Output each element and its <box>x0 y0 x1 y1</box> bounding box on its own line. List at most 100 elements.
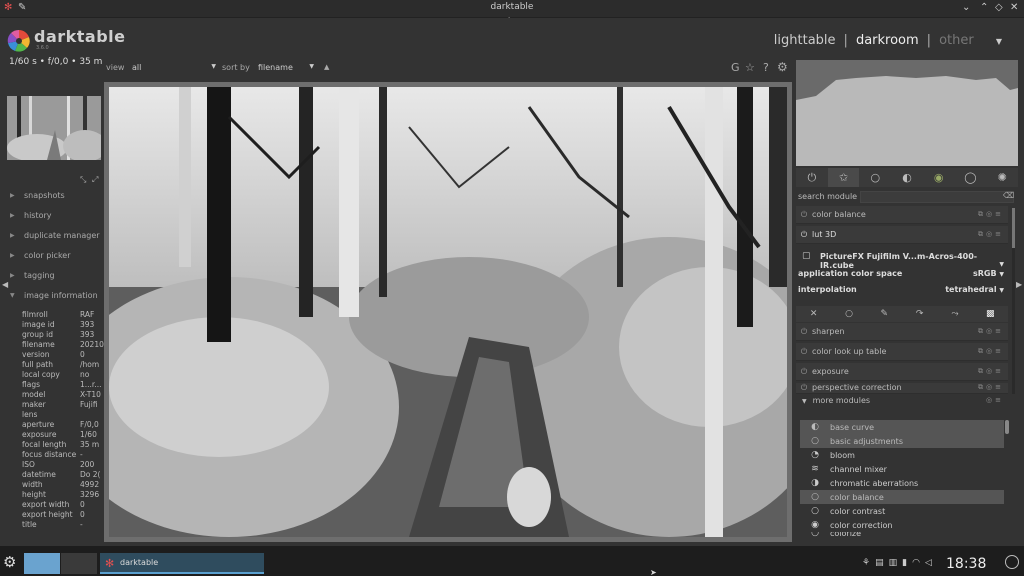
search-module-input[interactable] <box>860 191 1014 203</box>
module-color-picker[interactable]: ▶ color picker <box>10 246 104 264</box>
effect-icon[interactable]: ✺ <box>986 168 1018 187</box>
histogram[interactable] <box>796 60 1018 166</box>
more-module-item[interactable]: ◉ color correction <box>800 518 1004 532</box>
module-image-information[interactable]: ▼ image information <box>10 286 104 304</box>
navigation-thumbnail[interactable] <box>7 96 101 160</box>
view-darkroom[interactable]: darkroom <box>856 33 919 48</box>
zoom-fit-icon[interactable]: ⤡ <box>80 175 86 185</box>
module-sharpen[interactable]: ⏻ sharpen ⧉◎≡ <box>796 323 1008 341</box>
clipboard-icon[interactable]: ▤ <box>875 558 889 568</box>
power-icon[interactable]: ⏻ <box>796 210 812 220</box>
more-module-label: color correction <box>830 520 893 530</box>
help-button[interactable]: ? <box>763 61 769 74</box>
correct-icon[interactable]: ◯ <box>955 168 987 187</box>
module-controls-icon[interactable]: ◎≡ <box>986 396 1004 404</box>
module-controls-icon[interactable]: ⧉◎≡ <box>978 230 1004 239</box>
sort-ascending-icon[interactable]: ▲ <box>324 63 329 71</box>
power-on-icon[interactable]: ⏻ <box>796 230 812 240</box>
blend-combined-icon[interactable]: ▩ <box>973 306 1008 322</box>
battery-icon[interactable]: ▮ <box>902 558 912 568</box>
volume-icon[interactable]: ◁ <box>925 558 937 568</box>
info-key: maker <box>22 400 46 409</box>
more-module-item[interactable]: ○ color balance <box>800 490 1004 504</box>
tone-icon[interactable]: ◐ <box>891 168 923 187</box>
power-icon[interactable]: ⏻ <box>796 347 812 357</box>
application-color-space-row[interactable]: application color space sRGB ▼ <box>798 269 1004 278</box>
right-panel-toggle-icon[interactable]: ▶ <box>1016 280 1022 289</box>
info-value: 35 m <box>80 440 100 449</box>
info-row: focus distance - <box>22 450 104 460</box>
views-dropdown-icon[interactable]: ▼ <box>996 37 1002 46</box>
more-modules-scrollbar-thumb[interactable] <box>1005 420 1009 434</box>
workspace-1[interactable] <box>24 553 60 574</box>
module-history[interactable]: ▶ history <box>10 206 104 224</box>
blend-drawn-icon[interactable]: ✎ <box>867 306 902 322</box>
info-value: 3296 <box>80 490 100 499</box>
lut-file-select[interactable]: PictureFX Fujifilm V...m-Acros-400-IR.cu… <box>820 252 1004 270</box>
more-module-item[interactable]: ◐ base curve <box>800 420 1004 434</box>
maximize-icon[interactable]: ◇ <box>995 2 1003 13</box>
start-menu-icon[interactable]: ⚙ <box>3 553 16 571</box>
chevron-down-icon[interactable]: ⌄ <box>962 2 970 13</box>
sort-by-select[interactable]: filename ▼ <box>258 63 314 72</box>
blend-off-icon[interactable]: ✕ <box>796 306 831 322</box>
view-lighttable[interactable]: lighttable <box>774 33 836 48</box>
more-module-item[interactable]: ○ basic adjustments <box>800 434 1004 448</box>
color-icon[interactable]: ◉ <box>923 168 955 187</box>
module-controls-icon[interactable]: ⧉◎≡ <box>978 327 1004 336</box>
wifi-icon[interactable]: ◠ <box>912 558 925 568</box>
clear-search-icon[interactable]: ⌫ <box>1003 191 1014 200</box>
info-row: local copy no <box>22 370 104 380</box>
left-panel-toggle-icon[interactable]: ◀ <box>2 280 8 289</box>
show-desktop-icon[interactable] <box>1005 555 1019 569</box>
power-icon[interactable]: ⏻ <box>796 367 812 377</box>
more-modules-header[interactable]: ▼ more modules ◎≡ <box>796 396 1008 405</box>
view-other[interactable]: other <box>939 33 974 48</box>
module-controls-icon[interactable]: ⧉◎≡ <box>978 367 1004 376</box>
drive-icon[interactable]: ▥ <box>889 558 903 568</box>
interpolation-row[interactable]: interpolation tetrahedral ▼ <box>798 285 1004 294</box>
circle-icon[interactable]: ○ <box>859 168 891 187</box>
module-exposure[interactable]: ⏻ exposure ⧉◎≡ <box>796 363 1008 381</box>
center-image-view[interactable] <box>109 87 787 537</box>
favorites-star-icon[interactable]: ✩ <box>827 168 860 187</box>
darktable-window: ✻ ✎ darktable ⌄ ⌃ ◇ ✕ ▲ darktable 3.6.0 … <box>0 0 1024 576</box>
module-color-look-up-table[interactable]: ⏻ color look up table ⧉◎≡ <box>796 343 1008 361</box>
taskbar-app-darktable[interactable]: ✻ darktable <box>100 553 264 574</box>
star-overlay-icon[interactable]: ☆ <box>745 61 755 74</box>
module-controls-icon[interactable]: ⧉◎≡ <box>978 383 1004 392</box>
more-module-item[interactable]: ◔ bloom <box>800 448 1004 462</box>
zoom-expand-icon[interactable]: ⤢ <box>92 175 98 185</box>
power-icon[interactable]: ⏻ <box>796 168 828 187</box>
blend-raster-icon[interactable]: ⤳ <box>937 306 972 322</box>
preferences-gear-icon[interactable]: ⚙ <box>777 60 788 74</box>
module-tagging[interactable]: ▶ tagging <box>10 266 104 284</box>
view-filter-select[interactable]: all ▼ <box>132 63 216 72</box>
grouping-button[interactable]: G <box>731 61 740 74</box>
more-module-item[interactable]: ◑ chromatic aberrations <box>800 476 1004 490</box>
more-module-item[interactable]: ○ color contrast <box>800 504 1004 518</box>
module-controls-icon[interactable]: ⧉◎≡ <box>978 210 1004 219</box>
info-value: 393 <box>80 330 95 339</box>
blend-parametric-icon[interactable]: ↷ <box>902 306 937 322</box>
more-module-item[interactable]: ≋ channel mixer <box>800 462 1004 476</box>
module-snapshots[interactable]: ▶ snapshots <box>10 186 104 204</box>
more-module-item[interactable]: ○ colorize <box>800 532 1004 538</box>
blend-uniform-icon[interactable]: ○ <box>831 306 866 322</box>
power-icon[interactable]: ⏻ <box>796 327 812 337</box>
more-module-label: base curve <box>830 422 875 432</box>
module-controls-icon[interactable]: ⧉◎≡ <box>978 347 1004 356</box>
module-type-icon: ◔ <box>811 450 819 460</box>
notification-icon[interactable]: ⚘ <box>862 558 875 568</box>
module-color-balance[interactable]: ⏻ color balance ⧉◎≡ <box>796 206 1008 224</box>
minimize-icon[interactable]: ⌃ <box>980 2 988 13</box>
clock[interactable]: 18:38 <box>946 556 986 572</box>
view-switcher: lighttable | darkroom | other ▼ <box>770 33 1006 48</box>
module-duplicate-manager[interactable]: ▶ duplicate manager <box>10 226 104 244</box>
right-panel-scrollbar-thumb[interactable] <box>1012 208 1015 248</box>
module-lut-3d[interactable]: ⏻ lut 3D ⧉◎≡ <box>796 226 1008 244</box>
power-icon[interactable]: ⏻ <box>796 383 812 393</box>
workspace-2[interactable] <box>61 553 97 574</box>
close-icon[interactable]: ✕ <box>1010 2 1018 13</box>
module-perspective-correction[interactable]: ⏻ perspective correction ⧉◎≡ <box>796 383 1008 394</box>
